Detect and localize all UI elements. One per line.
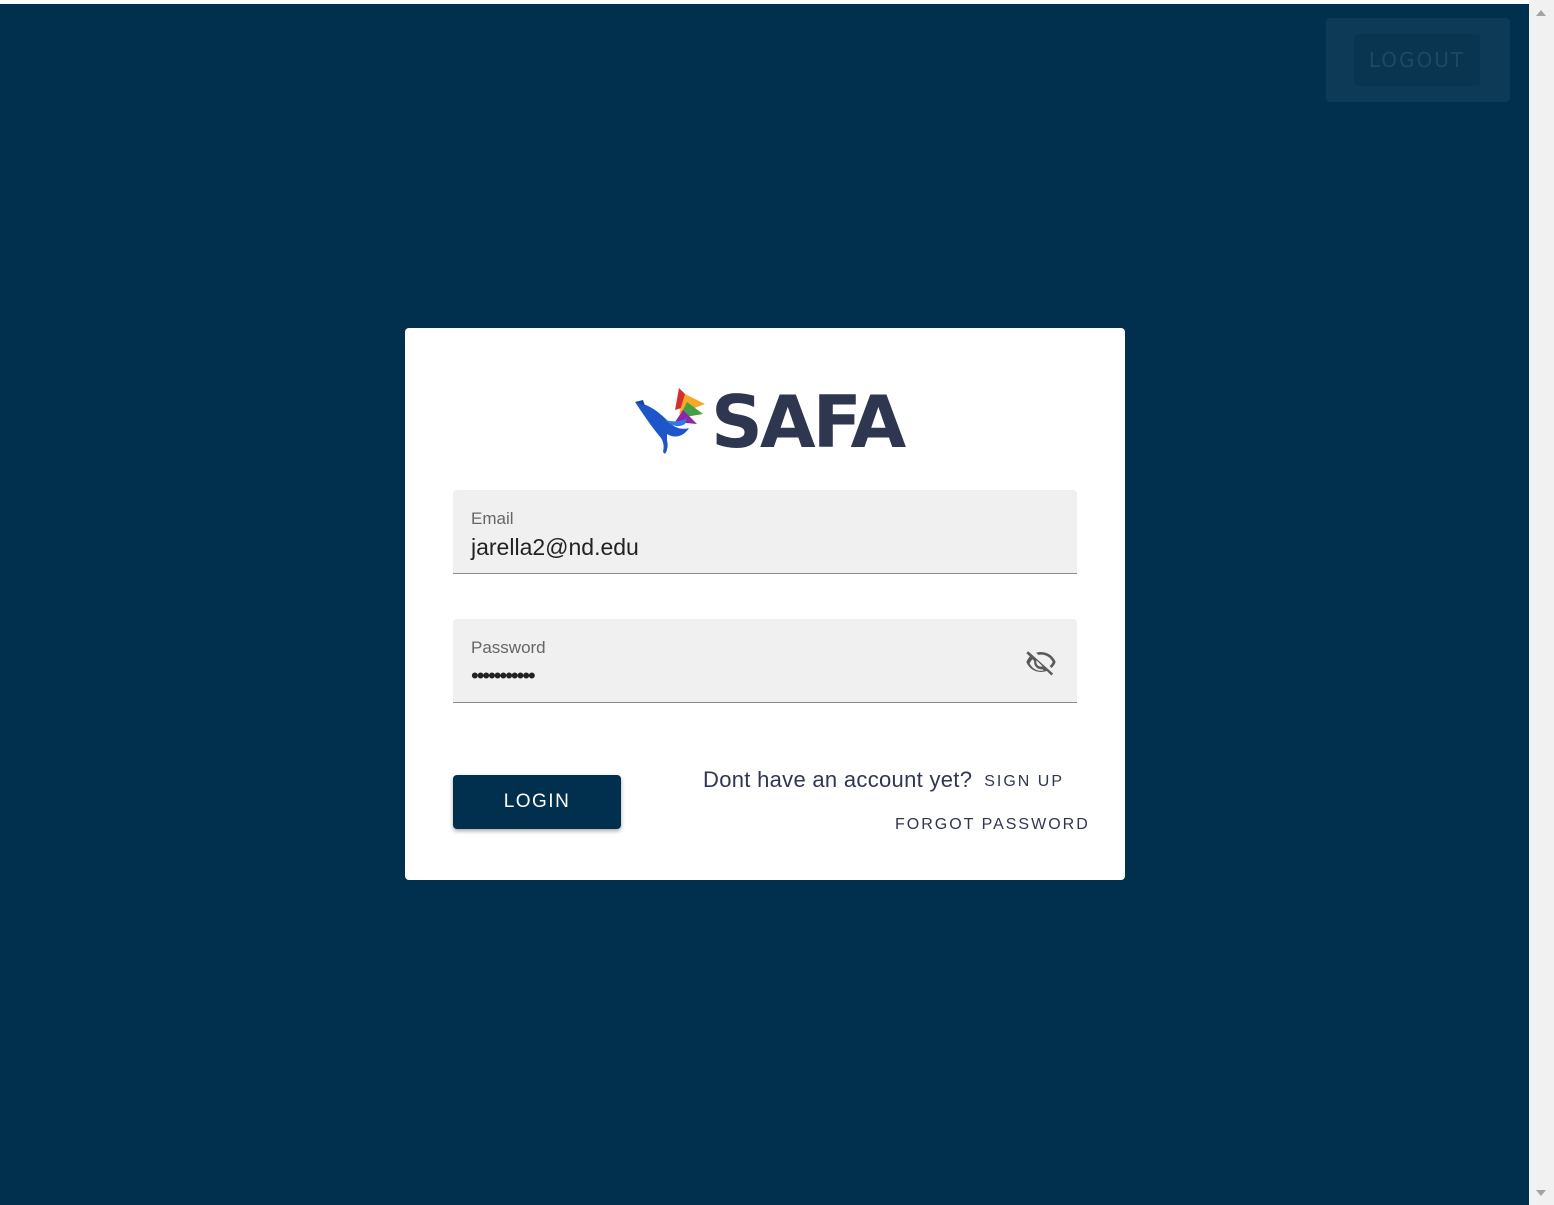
forgot-password-link[interactable]: FORGOT PASSWORD <box>895 816 1090 834</box>
password-input[interactable]: ••••••••••• <box>471 663 536 689</box>
email-label: Email <box>471 509 514 528</box>
no-account-text: Dont have an account yet? <box>703 767 973 792</box>
login-card: SAFA Email jarella2@nd.edu Password ••••… <box>405 328 1125 880</box>
logo-text: SAFA <box>711 380 906 464</box>
sign-up-link[interactable]: SIGN UP <box>984 773 1064 790</box>
page-background: LOGOUT SAFA Email jarella2@nd.edu Passwo… <box>0 4 1529 1205</box>
logout-button[interactable]: LOGOUT <box>1354 34 1480 86</box>
logout-container: LOGOUT <box>1326 18 1510 102</box>
scroll-down-icon[interactable] <box>1536 1190 1546 1196</box>
eye-off-icon[interactable] <box>1023 646 1059 678</box>
signup-row: Dont have an account yet? SIGN UP <box>703 767 1064 793</box>
vertical-scrollbar[interactable] <box>1529 0 1554 1205</box>
bird-logo-icon <box>635 388 705 454</box>
password-field[interactable]: Password ••••••••••• <box>453 619 1077 703</box>
email-input[interactable]: jarella2@nd.edu <box>471 534 639 561</box>
password-label: Password <box>471 638 546 657</box>
email-field[interactable]: Email jarella2@nd.edu <box>453 490 1077 574</box>
safa-logo: SAFA <box>635 382 906 462</box>
scroll-up-icon[interactable] <box>1536 10 1546 16</box>
login-button[interactable]: LOGIN <box>453 775 621 829</box>
